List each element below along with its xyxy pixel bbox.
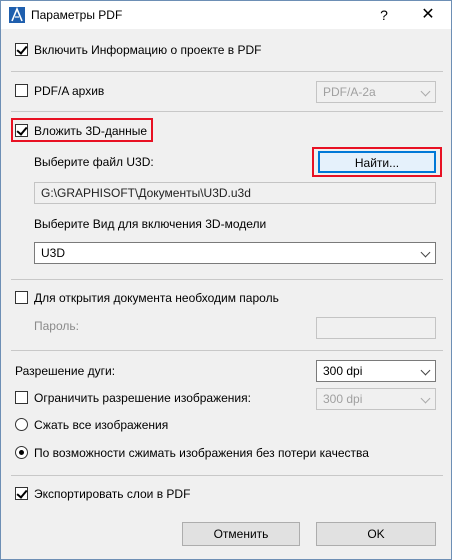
password-label: Пароль: [34, 319, 79, 333]
separator [11, 279, 443, 280]
help-button[interactable]: ? [373, 5, 395, 25]
export-layers-checkbox[interactable] [15, 487, 28, 500]
title-bar: Параметры PDF ? ✕ [1, 1, 451, 29]
choose-view-label: Выберите Вид для включения 3D-модели [34, 217, 267, 231]
password-field[interactable] [316, 317, 436, 339]
embed3d-checkbox[interactable] [15, 124, 28, 137]
view-select-value: U3D [41, 246, 66, 260]
u3d-file-path-field: G:\GRAPHISOFT\Документы\U3D.u3d [34, 182, 436, 204]
chevron-down-icon [420, 247, 431, 258]
pdfa-version-value: PDF/A-2a [323, 85, 376, 99]
pdfa-label[interactable]: PDF/A архив [34, 84, 104, 98]
separator [11, 71, 443, 72]
separator [11, 475, 443, 476]
view-select[interactable]: U3D [34, 242, 436, 264]
find-button[interactable]: Найти... [318, 151, 436, 173]
compress-all-radio[interactable] [15, 418, 28, 431]
lossless-compress-radio[interactable] [15, 446, 28, 459]
image-resolution-value: 300 dpi [323, 392, 363, 406]
window-title: Параметры PDF [31, 8, 123, 22]
password-required-checkbox[interactable] [15, 291, 28, 304]
pdfa-version-select[interactable]: PDF/A-2a [316, 81, 436, 103]
arc-resolution-label: Разрешение дуги: [15, 364, 116, 378]
chevron-down-icon [420, 393, 431, 404]
limit-image-resolution-checkbox[interactable] [15, 391, 28, 404]
separator [11, 111, 443, 112]
ok-button[interactable]: OK [316, 522, 436, 546]
password-required-label[interactable]: Для открытия документа необходим пароль [34, 291, 279, 305]
choose-u3d-file-label: Выберите файл U3D: [34, 155, 154, 169]
limit-image-resolution-label[interactable]: Ограничить разрешение изображения: [34, 391, 251, 405]
export-layers-label[interactable]: Экспортировать слои в PDF [34, 487, 190, 501]
pdf-settings-dialog: Параметры PDF ? ✕ Включить Информацию о … [0, 0, 452, 560]
arc-resolution-select[interactable]: 300 dpi [316, 360, 436, 382]
cancel-button[interactable]: Отменить [182, 522, 300, 546]
arc-resolution-value: 300 dpi [323, 364, 363, 378]
image-resolution-select[interactable]: 300 dpi [316, 388, 436, 410]
embed3d-label[interactable]: Вложить 3D-данные [34, 124, 147, 138]
pdfa-checkbox[interactable] [15, 84, 28, 97]
compress-all-label[interactable]: Сжать все изображения [34, 418, 168, 432]
chevron-down-icon [420, 86, 431, 97]
include-project-info-label[interactable]: Включить Информацию о проекте в PDF [34, 43, 261, 57]
lossless-compress-label[interactable]: По возможности сжимать изображения без п… [34, 446, 369, 460]
separator [11, 350, 443, 351]
include-project-info-checkbox[interactable] [15, 43, 28, 56]
archicad-icon [9, 7, 25, 23]
close-button[interactable]: ✕ [413, 5, 443, 25]
chevron-down-icon [420, 365, 431, 376]
